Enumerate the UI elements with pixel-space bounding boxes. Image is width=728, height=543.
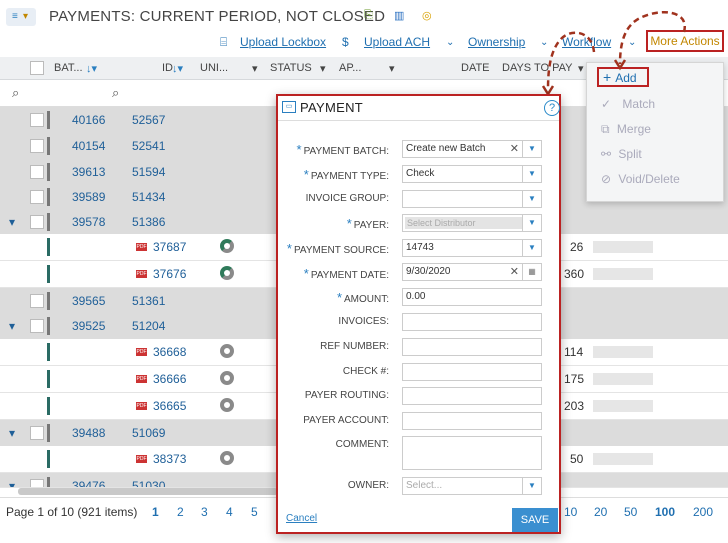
chevron-down-icon[interactable]: ▼: [522, 478, 541, 494]
label-text: PAYMENT DATE:: [310, 270, 389, 281]
chevron-down-icon[interactable]: ▼: [522, 240, 541, 256]
amount-input[interactable]: 0.00: [402, 288, 542, 306]
dialog-title: PAYMENT: [300, 100, 364, 115]
chevron-down-icon[interactable]: ▼: [522, 166, 541, 182]
ref-number-label: REF NUMBER:: [320, 341, 389, 352]
payment-date-label: * PAYMENT DATE:: [304, 266, 389, 281]
calendar-icon[interactable]: ▦: [522, 264, 541, 280]
chevron-down-icon[interactable]: ▼: [522, 191, 541, 207]
owner-select[interactable]: Select... ▼: [402, 477, 542, 495]
comment-label: COMMENT:: [335, 439, 389, 450]
payment-type-label: * PAYMENT TYPE:: [304, 167, 389, 182]
invoices-input[interactable]: [402, 313, 542, 331]
payment-date-picker[interactable]: 9/30/2020 ✕ ▦: [402, 263, 542, 281]
required-icon: *: [346, 216, 352, 231]
save-button[interactable]: SAVE: [512, 508, 558, 532]
help-icon[interactable]: ?: [544, 100, 560, 116]
clear-icon[interactable]: ✕: [510, 264, 519, 280]
chevron-down-icon[interactable]: ▼: [522, 141, 541, 157]
payer-account-label: PAYER ACCOUNT:: [303, 415, 389, 426]
cancel-link[interactable]: Cancel: [286, 513, 317, 524]
label-text: PAYMENT SOURCE:: [293, 245, 389, 256]
divider: [278, 120, 559, 121]
label-text: AMOUNT:: [344, 294, 389, 305]
payment-dialog: ▭ PAYMENT ? * PAYMENT BATCH: Create new B…: [276, 94, 561, 534]
payer-label: * PAYER:: [347, 216, 389, 231]
clear-icon[interactable]: ✕: [510, 141, 519, 157]
label-text: PAYMENT BATCH:: [303, 146, 389, 157]
label-text: PAYER:: [353, 220, 389, 231]
payment-type-select[interactable]: Check ▼: [402, 165, 542, 183]
payer-account-input[interactable]: [402, 412, 542, 430]
payer-placeholder: Select Distributor: [405, 217, 523, 229]
required-icon: *: [303, 266, 309, 281]
required-icon: *: [286, 241, 292, 256]
payer-routing-label: PAYER ROUTING:: [304, 390, 389, 401]
owner-label: OWNER:: [347, 480, 389, 491]
invoice-group-select[interactable]: ▼: [402, 190, 542, 208]
invoice-group-label: INVOICE GROUP:: [305, 193, 389, 204]
owner-placeholder: Select...: [406, 480, 443, 491]
required-icon: *: [336, 290, 342, 305]
check-number-input[interactable]: [402, 363, 542, 381]
comment-textarea[interactable]: [402, 436, 542, 470]
check-number-label: CHECK #:: [342, 366, 389, 377]
payment-batch-label: * PAYMENT BATCH:: [297, 142, 389, 157]
field-value: Create new Batch: [406, 143, 486, 154]
payer-select[interactable]: Select Distributor ▼: [402, 214, 542, 232]
invoices-label: INVOICES:: [338, 316, 389, 327]
payment-icon: ▭: [282, 101, 296, 113]
chevron-down-icon[interactable]: ▼: [522, 215, 541, 231]
field-value: 14743: [406, 242, 434, 253]
amount-label: * AMOUNT:: [337, 290, 389, 305]
ref-number-input[interactable]: [402, 338, 542, 356]
payer-routing-input[interactable]: [402, 387, 542, 405]
payment-batch-select[interactable]: Create new Batch ✕ ▼: [402, 140, 542, 158]
required-icon: *: [296, 142, 302, 157]
field-value: Check: [406, 168, 435, 179]
payment-source-label: * PAYMENT SOURCE:: [287, 241, 389, 256]
label-text: PAYMENT TYPE:: [310, 171, 389, 182]
field-value: 9/30/2020: [406, 266, 451, 277]
payment-source-select[interactable]: 14743 ▼: [402, 239, 542, 257]
required-icon: *: [303, 167, 309, 182]
